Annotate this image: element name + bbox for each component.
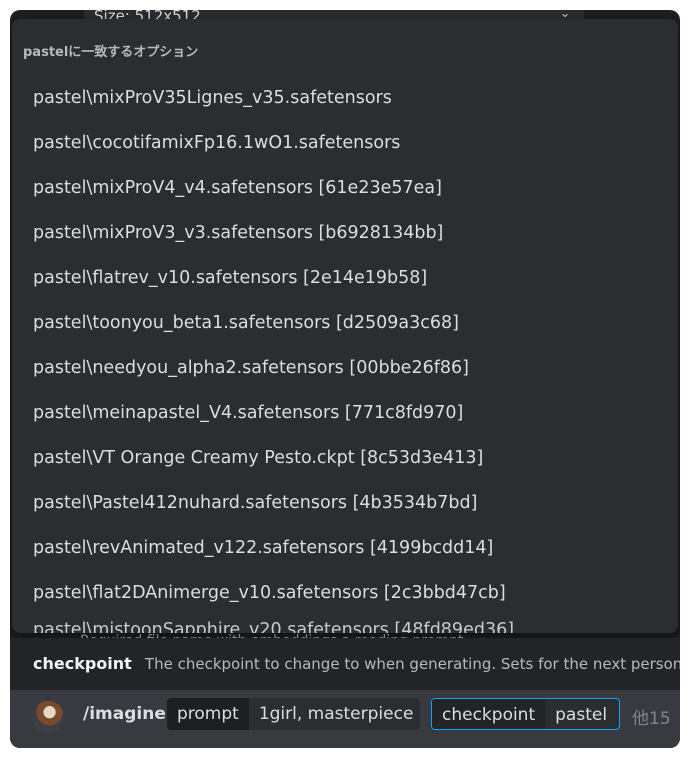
chevron-down-icon: ⌄ (559, 10, 570, 20)
option-description: The checkpoint to change to when generat… (144, 655, 680, 673)
option-item[interactable]: pastel\mixProV35Lignes_v35.safetensors (12, 76, 678, 121)
param-value[interactable]: 1girl, masterpiece (249, 698, 420, 730)
param-value[interactable]: pastel (545, 699, 617, 729)
option-item[interactable]: pastel\revAnimated_v122.safetensors [419… (12, 526, 678, 571)
param-key: prompt (167, 698, 249, 730)
popup-header: pastelに一致するオプション (23, 45, 199, 60)
option-name: checkpoint (33, 654, 132, 673)
option-item[interactable]: pastel\mixProV4_v4.safetensors [61e23e57… (12, 166, 678, 211)
param-chip-prompt[interactable]: prompt 1girl, masterpiece (167, 698, 420, 730)
option-list: pastel\mixProV35Lignes_v35.safetensors pa… (12, 76, 678, 633)
option-item[interactable]: pastel\flat2DAnimerge_v10.safetensors [2… (12, 571, 678, 616)
param-chip-checkpoint[interactable]: checkpoint pastel (431, 698, 620, 730)
option-item[interactable]: pastel\toonyou_beta1.safetensors [d2509a… (12, 301, 678, 346)
option-item[interactable]: pastel\meinapastel_V4.safetensors [771c8… (12, 391, 678, 436)
option-item[interactable]: pastel\needyou_alpha2.safetensors [00bbe… (12, 346, 678, 391)
autocomplete-popup: pastelに一致するオプション pastel\mixProV35Lignes_… (12, 19, 678, 633)
command-input-bar: /imagine prompt 1girl, masterpiece check… (10, 690, 680, 748)
param-key: checkpoint (432, 699, 546, 729)
option-item[interactable]: pastel\mistoonSapphire_v20.safetensors [… (12, 616, 678, 633)
command-name: /imagine (83, 704, 166, 724)
option-item[interactable]: pastel\mixProV3_v3.safetensors [b6928134… (12, 211, 678, 256)
option-item[interactable]: pastel\cocotifamixFp16.1wO1.safetensors (12, 121, 678, 166)
more-params-count[interactable]: 他15 (632, 704, 671, 729)
option-item[interactable]: pastel\VT Orange Creamy Pesto.ckpt [8c53… (12, 436, 678, 481)
discord-window: Size: 512x512 ⌄ pastelに一致するオプション pastel\… (10, 10, 680, 748)
option-item[interactable]: pastel\Pastel412nuhard.safetensors [4b35… (12, 481, 678, 526)
avatar (32, 701, 64, 733)
option-description-bar: checkpoint The checkpoint to change to w… (10, 638, 680, 690)
option-item[interactable]: pastel\flatrev_v10.safetensors [2e14e19b… (12, 256, 678, 301)
